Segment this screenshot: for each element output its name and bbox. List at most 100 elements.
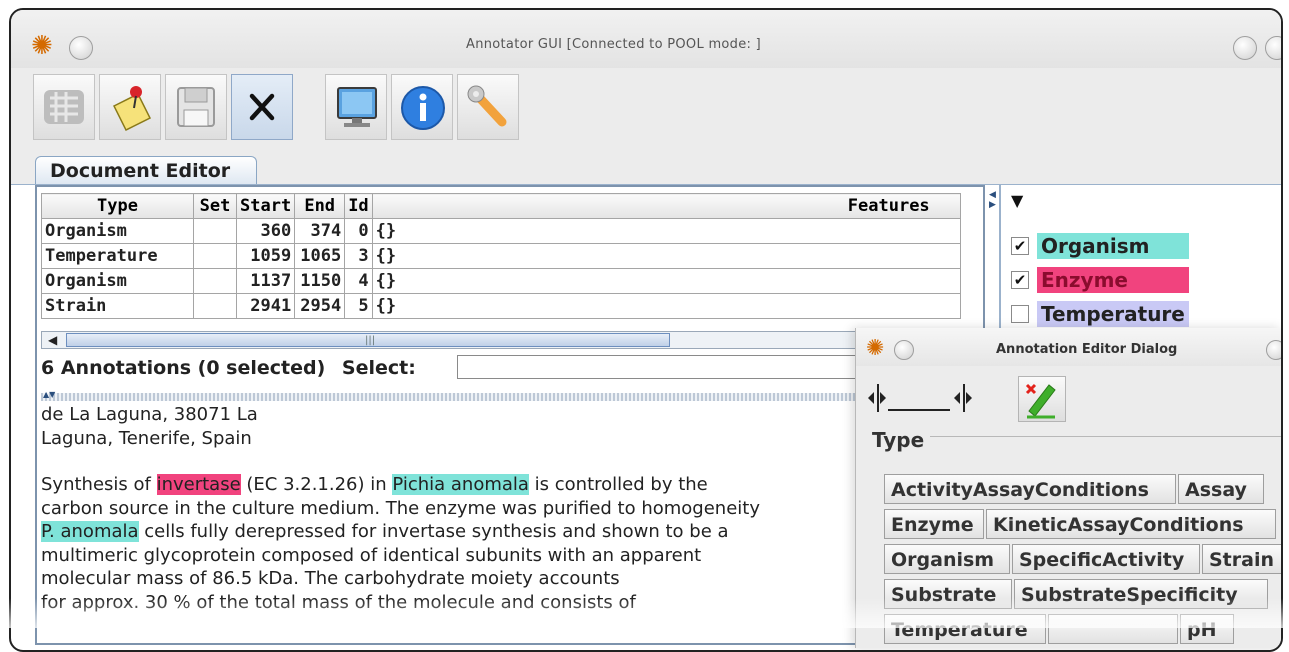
side-collapse-arrows-icon[interactable]: ◀ ▶ <box>989 190 999 240</box>
cell-id: 0 <box>344 218 373 244</box>
annotation-status: 6 Annotations (0 selected) Select: <box>41 357 416 379</box>
info-icon <box>401 86 445 130</box>
type-button-strain[interactable]: Strain <box>1202 544 1281 574</box>
wrench-icon <box>467 85 507 127</box>
table-row[interactable]: Strain 2941 2954 5 {} <box>41 293 961 319</box>
type-button-kineticassayconditions[interactable]: KineticAssayConditions <box>986 509 1276 539</box>
expand-caret-icon[interactable]: ▼ <box>1011 191 1023 210</box>
type-button-unlabeled[interactable] <box>1048 614 1178 644</box>
select-input[interactable] <box>457 355 887 379</box>
table-row[interactable]: Temperature 1059 1065 3 {} <box>41 243 961 269</box>
save-icon <box>177 87 215 127</box>
type-button-organism[interactable]: Organism <box>884 544 1010 574</box>
app-logo-icon: ✺ <box>31 31 53 61</box>
cell-features: {} <box>371 218 961 244</box>
text-line: carbon source in the culture medium. The… <box>41 497 760 519</box>
organism-annotation[interactable]: Pichia anomala <box>392 474 529 495</box>
enzyme-annotation[interactable]: invertase <box>156 474 241 495</box>
window-menu-button[interactable] <box>1233 36 1257 60</box>
annotations-table: Type Set Start End Id Features Organism … <box>41 193 961 319</box>
cell-start: 360 <box>235 218 296 244</box>
column-header-id[interactable]: Id <box>344 193 373 219</box>
dialog-menu-button[interactable] <box>1266 340 1281 360</box>
legend-item-organism[interactable]: ✔ Organism <box>1011 233 1201 259</box>
cell-set <box>193 268 237 294</box>
type-label: Type <box>872 428 931 452</box>
dialog-title-bar: ✺ Annotation Editor Dialog <box>856 328 1281 366</box>
document-text[interactable]: de La Laguna, 38071 La Laguna, Tenerife,… <box>41 403 981 614</box>
tab-document-editor[interactable]: Document Editor <box>35 156 257 184</box>
type-button-activityassayconditions[interactable]: ActivityAssayConditions <box>884 474 1176 504</box>
type-button-substrate[interactable]: Substrate <box>884 579 1012 609</box>
title-bar: ✺ Annotator GUI [Connected to POOL mode:… <box>11 10 1281 68</box>
edit-pencil-icon <box>1025 383 1056 419</box>
cell-features: {} <box>371 293 961 319</box>
type-button-enzyme[interactable]: Enzyme <box>884 509 984 539</box>
settings-button[interactable] <box>457 74 519 140</box>
legend-item-enzyme[interactable]: ✔ Enzyme <box>1011 267 1201 293</box>
grip-icon: ||| <box>365 335 376 346</box>
enzyme-label: Enzyme <box>1037 267 1189 293</box>
type-button-assay[interactable]: Assay <box>1178 474 1264 504</box>
column-header-type[interactable]: Type <box>41 193 194 219</box>
text-line: multimeric glycoprotein composed of iden… <box>41 544 702 566</box>
cell-type: Organism <box>41 268 194 294</box>
type-button-specificactivity[interactable]: SpecificActivity <box>1012 544 1200 574</box>
column-header-features[interactable]: Features <box>371 193 961 219</box>
scrollbar-thumb[interactable]: ||| <box>66 333 670 347</box>
cell-end: 2954 <box>294 293 346 319</box>
graph-button[interactable] <box>33 74 95 140</box>
text-segment: (EC 3.2.1.26) in <box>240 474 393 495</box>
dialog-minimize-button[interactable] <box>894 340 914 360</box>
column-header-end[interactable]: End <box>294 193 346 219</box>
text-segment: Synthesis of <box>41 474 157 495</box>
scroll-left-arrow-icon[interactable]: ◀ <box>48 333 57 347</box>
temperature-checkbox[interactable] <box>1011 305 1029 323</box>
cell-type: Temperature <box>41 243 194 269</box>
legend-item-temperature[interactable]: Temperature <box>1011 301 1201 327</box>
monitor-button[interactable] <box>325 74 387 140</box>
note-pin-icon <box>112 86 152 132</box>
app-window: ✺ Annotator GUI [Connected to POOL mode:… <box>9 8 1283 652</box>
organism-annotation[interactable]: P. anomala <box>41 521 139 542</box>
cell-end: 1150 <box>294 268 346 294</box>
column-header-set[interactable]: Set <box>193 193 237 219</box>
cell-id: 4 <box>344 268 373 294</box>
type-button-temperature[interactable]: Temperature <box>884 614 1046 644</box>
cell-start: 1059 <box>235 243 296 269</box>
text-line: P. anomala cells fully derepressed for i… <box>41 520 981 544</box>
cell-set <box>193 293 237 319</box>
save-button[interactable] <box>165 74 227 140</box>
window-title: Annotator GUI [Connected to POOL mode: ] <box>466 37 761 52</box>
window-close-button[interactable] <box>1265 36 1281 60</box>
organism-checkbox[interactable]: ✔ <box>1011 237 1029 255</box>
note-button[interactable] <box>99 74 161 140</box>
splitter-arrows-icon[interactable]: ▲▼ <box>43 390 55 399</box>
edit-annotation-button[interactable] <box>1018 376 1066 422</box>
dialog-logo-icon: ✺ <box>866 336 885 361</box>
column-header-start[interactable]: Start <box>235 193 296 219</box>
enzyme-checkbox[interactable]: ✔ <box>1011 271 1029 289</box>
text-line: de La Laguna, 38071 La <box>41 404 258 425</box>
cell-set <box>193 218 237 244</box>
info-button[interactable] <box>391 74 453 140</box>
table-row[interactable]: Organism 360 374 0 {} <box>41 218 961 244</box>
type-button-ph[interactable]: pH <box>1180 614 1234 644</box>
organism-label: Organism <box>1037 233 1189 259</box>
close-document-button[interactable] <box>231 74 293 140</box>
table-row[interactable]: Organism 1137 1150 4 {} <box>41 268 961 294</box>
cell-set <box>193 243 237 269</box>
table-header-row: Type Set Start End Id Features <box>41 193 961 219</box>
cell-features: {} <box>371 268 961 294</box>
span-adjust-icon[interactable] <box>866 378 996 418</box>
text-segment: cells fully derepressed for invertase sy… <box>138 521 729 542</box>
pane-splitter[interactable] <box>41 393 971 401</box>
table-horizontal-scrollbar[interactable]: ◀ ||| <box>41 331 965 349</box>
type-button-substratespecificity[interactable]: SubstrateSpecificity <box>1014 579 1268 609</box>
window-minimize-button[interactable] <box>69 36 93 60</box>
annotation-editor-dialog: ✺ Annotation Editor Dialog Type Activity… <box>855 328 1281 648</box>
graph-icon <box>44 90 84 124</box>
select-label: Select: <box>341 357 416 379</box>
toolbar <box>11 68 1281 152</box>
